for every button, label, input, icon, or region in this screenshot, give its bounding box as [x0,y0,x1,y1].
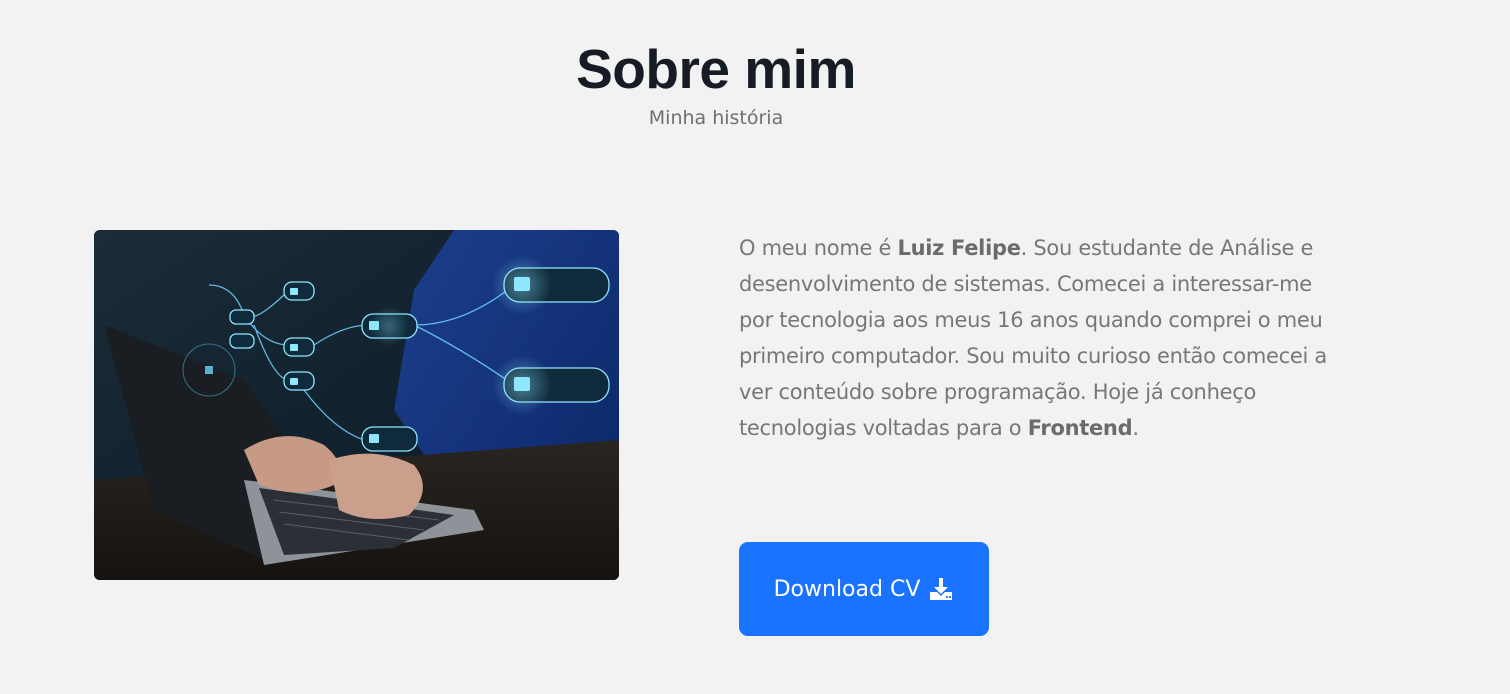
about-section-header: Sobre mim Minha história [0,36,1432,132]
about-text-intro: O meu nome é [739,236,898,260]
author-name: Luiz Felipe [897,236,1021,260]
about-text-body: . Sou estudante de Análise e desenvolvim… [739,236,1327,440]
download-cv-button[interactable]: Download CV [739,542,989,636]
about-image [94,230,619,580]
about-paragraph: O meu nome é Luiz Felipe. Sou estudante … [739,230,1349,446]
focus-area: Frontend [1027,416,1133,440]
about-text-end: . [1132,416,1139,440]
download-cv-label: Download CV [773,576,921,602]
section-title: Sobre mim [576,38,856,100]
section-subtitle: Minha história [648,107,784,129]
download-icon [928,576,954,602]
